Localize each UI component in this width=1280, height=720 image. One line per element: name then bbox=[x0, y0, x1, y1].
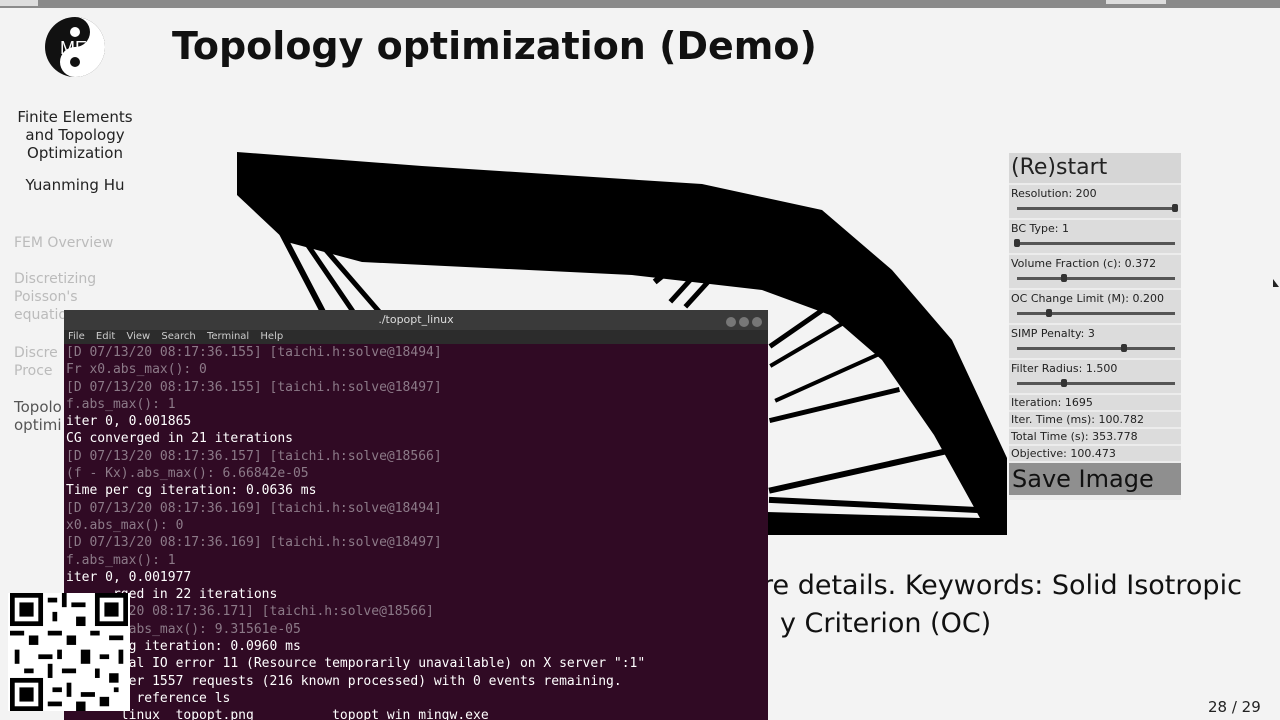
slider-label: SIMP Penalty: 3 bbox=[1011, 327, 1095, 340]
slider-knob[interactable] bbox=[1061, 379, 1068, 387]
slider-label: OC Change Limit (M): 0.200 bbox=[1011, 292, 1164, 305]
slider-track[interactable] bbox=[1017, 347, 1175, 350]
toc-line: Poisson's bbox=[14, 289, 78, 305]
terminal-line: cg iteration: 0.0960 ms bbox=[66, 639, 301, 655]
resolution-slider[interactable]: Resolution: 200 bbox=[1009, 185, 1181, 218]
oc-change-limit-slider[interactable]: OC Change Limit (M): 0.200 bbox=[1009, 290, 1181, 323]
browser-top-bar bbox=[0, 0, 1280, 8]
terminal-line: .abs_max(): 9.31561e-05 bbox=[66, 621, 301, 637]
slider-knob[interactable] bbox=[1014, 239, 1020, 247]
simp-penalty-slider[interactable]: SIMP Penalty: 3 bbox=[1009, 325, 1181, 358]
slider-knob[interactable] bbox=[1121, 344, 1128, 352]
sidebar: Finite Elements and Topology Optimizatio… bbox=[10, 108, 140, 194]
terminal-line: [D 07/13/20 08:17:36.157] [taichi.h:solv… bbox=[66, 448, 442, 464]
terminal-line: x0.abs_max(): 0 bbox=[66, 517, 184, 533]
yin-yang-logo-icon: MES bbox=[45, 17, 105, 77]
terminal-line: (f - Kx).abs_max(): 6.66842e-05 bbox=[66, 466, 309, 482]
course-title-line1: Finite Elements bbox=[17, 108, 133, 126]
terminal-window[interactable]: ./topopt_linux File Edit View Search Ter… bbox=[64, 310, 768, 720]
slider-label: BC Type: 1 bbox=[1011, 222, 1069, 235]
slider-track[interactable] bbox=[1017, 312, 1175, 315]
toc-line: Discretizing bbox=[14, 271, 97, 287]
mouse-cursor-icon bbox=[1273, 279, 1279, 287]
terminal-line: iter 0, 0.001865 bbox=[66, 414, 192, 430]
window-controls bbox=[723, 314, 762, 334]
terminal-line: [D 07/13/20 08:17:36.169] [taichi.h:solv… bbox=[66, 535, 442, 551]
objective-readout: Objective: 100.473 bbox=[1009, 446, 1181, 461]
course-title-line3: Optimization bbox=[27, 144, 123, 162]
top-tab-right[interactable] bbox=[1106, 0, 1166, 4]
slider-track[interactable] bbox=[1017, 207, 1175, 210]
total-time-readout: Total Time (s): 353.778 bbox=[1009, 429, 1181, 444]
terminal-line: tal IO error 11 (Resource temporarily un… bbox=[66, 656, 646, 672]
slider-label: Filter Radius: 1.500 bbox=[1011, 362, 1118, 375]
page-number: 28 / 29 bbox=[1208, 698, 1261, 716]
bc-type-slider[interactable]: BC Type: 1 bbox=[1009, 220, 1181, 253]
slider-knob[interactable] bbox=[1045, 309, 1052, 317]
terminal-line: [D 07/13/20 08:17:36.155] [taichi.h:solv… bbox=[66, 345, 442, 360]
terminal-line: reference ls bbox=[66, 690, 231, 706]
terminal-line: Time per cg iteration: 0.0636 ms bbox=[66, 483, 317, 499]
terminal-line: [D 07/13/20 08:17:36.155] [taichi.h:solv… bbox=[66, 379, 442, 395]
save-image-button[interactable]: Save Image bbox=[1009, 463, 1181, 495]
toc-item-fem-overview[interactable]: FEM Overview bbox=[14, 234, 134, 252]
terminal-menubar: File Edit View Search Terminal Help bbox=[64, 330, 768, 344]
terminal-line: linux topopt.png topopt_win_mingw.exe bbox=[66, 708, 489, 720]
terminal-line: Fr x0.abs_max(): 0 bbox=[66, 362, 207, 378]
slider-label: Resolution: 200 bbox=[1011, 187, 1097, 200]
iteration-readout: Iteration: 1695 bbox=[1009, 395, 1181, 410]
slider-knob[interactable] bbox=[1061, 274, 1068, 282]
terminal-line: f.abs_max(): 1 bbox=[66, 396, 176, 412]
slide-title: Topology optimization (Demo) bbox=[172, 24, 817, 68]
terminal-title: ./topopt_linux bbox=[378, 313, 454, 326]
slider-track[interactable] bbox=[1017, 277, 1175, 280]
terminal-line: CG converged in 21 iterations bbox=[66, 431, 293, 447]
terminal-line: [D 07/13/20 08:17:36.169] [taichi.h:solv… bbox=[66, 500, 442, 516]
menu-file[interactable]: File bbox=[68, 331, 85, 342]
author-name: Yuanming Hu bbox=[25, 176, 125, 194]
terminal-line: /20 08:17:36.171] [taichi.h:solve@18566] bbox=[66, 604, 434, 620]
volume-fraction-slider[interactable]: Volume Fraction (c): 0.372 bbox=[1009, 255, 1181, 288]
menu-search[interactable]: Search bbox=[161, 331, 195, 342]
menu-help[interactable]: Help bbox=[260, 331, 283, 342]
slider-label: Volume Fraction (c): 0.372 bbox=[1011, 257, 1157, 270]
qr-code-icon[interactable] bbox=[8, 593, 130, 711]
top-tab[interactable] bbox=[0, 0, 38, 6]
menu-view[interactable]: View bbox=[126, 331, 150, 342]
terminal-output[interactable]: [D 07/13/20 08:17:36.155] [taichi.h:solv… bbox=[64, 344, 768, 720]
terminal-line: ter 1557 requests (216 known processed) … bbox=[66, 673, 622, 689]
control-panel: (Re)start Resolution: 200 BC Type: 1 Vol… bbox=[1009, 153, 1181, 500]
filter-radius-slider[interactable]: Filter Radius: 1.500 bbox=[1009, 360, 1181, 393]
restart-button[interactable]: (Re)start bbox=[1009, 153, 1181, 183]
slider-track[interactable] bbox=[1017, 382, 1175, 385]
logo-text: MES bbox=[60, 38, 99, 58]
iter-time-readout: Iter. Time (ms): 100.782 bbox=[1009, 412, 1181, 427]
maximize-icon[interactable] bbox=[739, 317, 749, 327]
minimize-icon[interactable] bbox=[726, 317, 736, 327]
slider-track[interactable] bbox=[1017, 242, 1175, 245]
course-title-line2: and Topology bbox=[25, 126, 125, 144]
caption-line1: re details. Keywords: Solid Isotropic bbox=[762, 570, 1242, 601]
terminal-line: iter 0, 0.001977 bbox=[66, 569, 192, 585]
terminal-line: rged in 22 iterations bbox=[66, 587, 278, 603]
close-icon[interactable] bbox=[752, 317, 762, 327]
slider-knob[interactable] bbox=[1172, 204, 1178, 212]
terminal-line: f.abs_max(): 1 bbox=[66, 552, 176, 568]
menu-terminal[interactable]: Terminal bbox=[207, 331, 249, 342]
terminal-titlebar[interactable]: ./topopt_linux bbox=[64, 310, 768, 330]
caption-line2: y Criterion (OC) bbox=[780, 608, 992, 639]
menu-edit[interactable]: Edit bbox=[96, 331, 115, 342]
